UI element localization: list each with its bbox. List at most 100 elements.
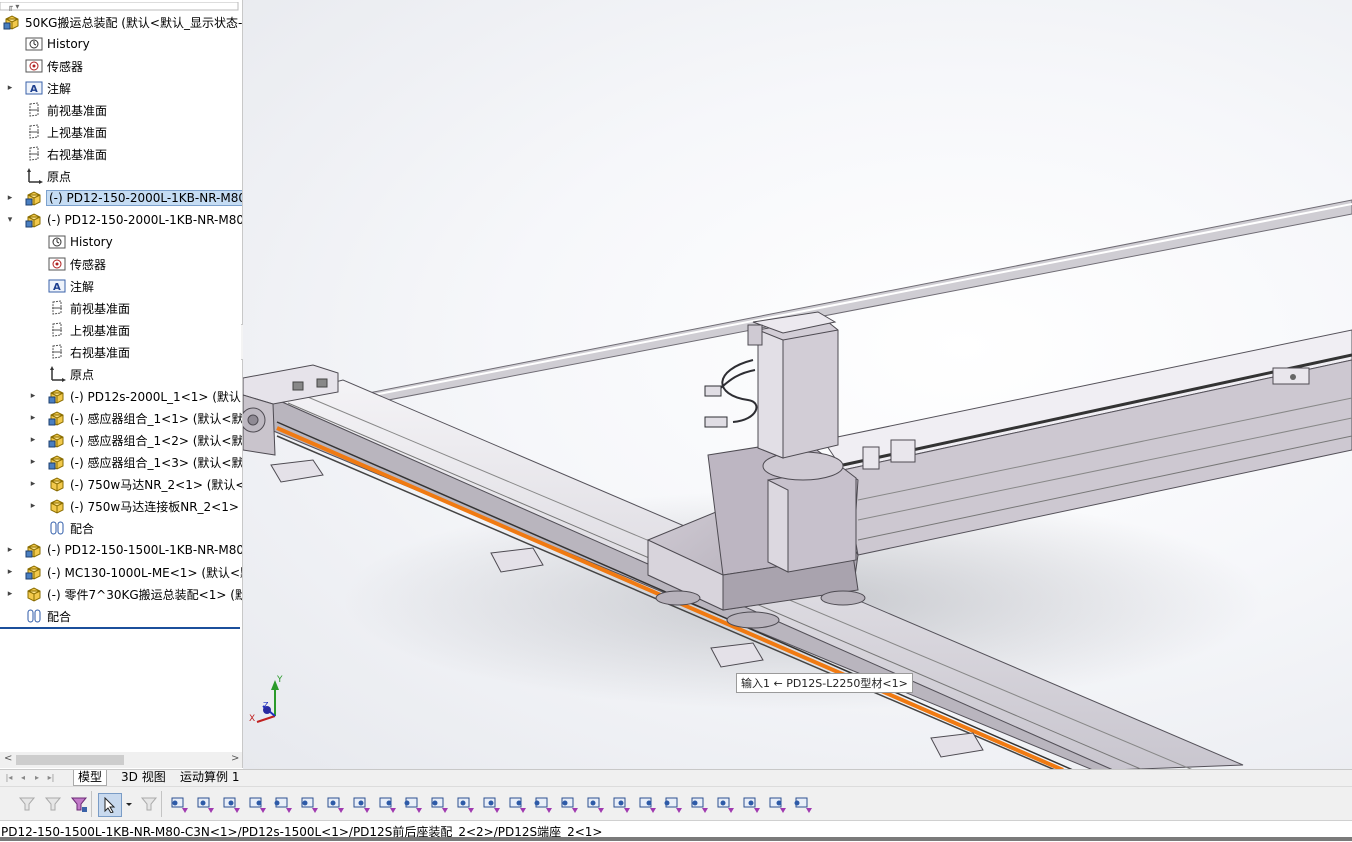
- tree-item[interactable]: ▸ (-) PD12-150-2000L-1KB-NR-M80: [4, 187, 242, 209]
- select-arrow-icon[interactable]: [98, 793, 122, 817]
- tree-item[interactable]: 前视基准面: [27, 297, 130, 319]
- tree-item[interactable]: ▸ (-) 感应器组合_1<3> (默认<默: [27, 451, 242, 473]
- tree-item[interactable]: 前视基准面: [4, 99, 107, 121]
- expand-icon[interactable]: ▸: [27, 434, 39, 446]
- filter-dowel-pin-icon[interactable]: [714, 793, 736, 815]
- svg-text:A: A: [53, 282, 61, 293]
- filter-datum-target-icon[interactable]: [636, 793, 658, 815]
- tree-item[interactable]: ▸ (-) 感应器组合_1<1> (默认<默: [27, 407, 242, 429]
- filter-routing-points-icon[interactable]: [766, 793, 788, 815]
- assembly-icon: [2, 13, 22, 31]
- tree-horizontal-scrollbar[interactable]: < >: [0, 752, 242, 768]
- tree-item[interactable]: 右视基准面: [4, 143, 107, 165]
- filter-sketch-segments-icon[interactable]: [376, 793, 398, 815]
- tree-item[interactable]: 传感器: [27, 253, 106, 275]
- filter-blocks-icon[interactable]: [688, 793, 710, 815]
- tree-item[interactable]: A 注解: [27, 275, 94, 297]
- expand-icon[interactable]: ▸: [27, 456, 39, 468]
- filter-center-marks-icon[interactable]: [428, 793, 450, 815]
- next-tab-icon[interactable]: ▸: [32, 772, 42, 783]
- filter-midpoints-icon[interactable]: [402, 793, 424, 815]
- expand-icon[interactable]: ▸: [4, 566, 16, 578]
- expand-icon[interactable]: ▸: [27, 412, 39, 424]
- filter-notes-icon[interactable]: [558, 793, 580, 815]
- selection-tooltip: 输入1 ← PD12S-L2250型材<1>: [736, 673, 913, 693]
- filter-surface-bodies-icon[interactable]: [246, 793, 268, 815]
- filter-faces-icon[interactable]: [220, 793, 242, 815]
- tree-item[interactable]: 原点: [27, 363, 94, 385]
- filter-solid-bodies-icon[interactable]: [272, 793, 294, 815]
- filter-centerline-icon[interactable]: [454, 793, 476, 815]
- tree-item[interactable]: History: [27, 231, 113, 253]
- tree-item[interactable]: ▸ A 注解: [4, 77, 71, 99]
- bottom-tab-bar: |◂ ◂ ▸ ▸| 模型 3D 视图 运动算例 1: [0, 769, 1352, 786]
- filter-datum-feature-icon[interactable]: [584, 793, 606, 815]
- expand-icon[interactable]: ▸: [27, 478, 39, 490]
- tree-item[interactable]: ▸ (-) 零件7^30KG搬运总装配<1> (默: [4, 583, 243, 605]
- tree-item[interactable]: 原点: [4, 165, 71, 187]
- filter-icon[interactable]: [16, 793, 38, 815]
- cad-model-render[interactable]: Y X Z: [243, 0, 1352, 770]
- filter-geometric-tolerance-icon[interactable]: [532, 793, 554, 815]
- tab-motion-study[interactable]: 运动算例 1: [176, 770, 243, 785]
- collapse-icon[interactable]: ▾: [4, 214, 16, 226]
- filter-vertices-icon[interactable]: [168, 793, 190, 815]
- scroll-left-icon[interactable]: <: [4, 753, 12, 764]
- tree-item-label: (-) 零件7^30KG搬运总装配<1> (默: [47, 587, 243, 602]
- expand-icon[interactable]: ▸: [27, 390, 39, 402]
- tree-item[interactable]: ▸ (-) 感应器组合_1<2> (默认<默: [27, 429, 242, 451]
- tree-item[interactable]: 上视基准面: [27, 319, 130, 341]
- last-tab-icon[interactable]: ▸|: [46, 772, 56, 783]
- expand-icon[interactable]: ▸: [4, 82, 16, 94]
- first-tab-icon[interactable]: |◂: [4, 772, 14, 783]
- filter-weld-symbol-icon[interactable]: [610, 793, 632, 815]
- tree-item[interactable]: 传感器: [4, 55, 83, 77]
- prev-tab-icon[interactable]: ◂: [18, 772, 28, 783]
- mate-icon: [24, 607, 44, 625]
- plane-icon: [24, 101, 44, 119]
- sensor-icon: [47, 255, 67, 273]
- tree-root-item[interactable]: 50KG搬运总装配 (默认<默认_显示状态-: [2, 11, 242, 33]
- tree-item-label: History: [47, 37, 90, 51]
- expand-icon[interactable]: ▸: [4, 544, 16, 556]
- filter-dimensions-icon[interactable]: [480, 793, 502, 815]
- tree-item[interactable]: ▸ (-) 750w马达NR_2<1> (默认<: [27, 473, 242, 495]
- tree-item[interactable]: 右视基准面: [27, 341, 130, 363]
- graphics-viewport[interactable]: Y X Z 输入1 ← PD12S-L2250型材<1>: [243, 0, 1352, 770]
- plane-icon: [47, 321, 67, 339]
- tree-item[interactable]: ▸ (-) PD12-150-1500L-1KB-NR-M80: [4, 539, 242, 561]
- filter-mesh-icon[interactable]: [792, 793, 814, 815]
- tree-item[interactable]: ▸ (-) 750w马达连接板NR_2<1> (: [27, 495, 242, 517]
- scroll-right-icon[interactable]: >: [231, 753, 239, 764]
- tree-item-label: 前视基准面: [70, 301, 131, 316]
- window-bottom-edge: [0, 837, 1352, 841]
- expand-icon[interactable]: ▸: [4, 588, 16, 600]
- expand-icon[interactable]: ▸: [4, 192, 16, 204]
- tree-item[interactable]: History: [4, 33, 90, 55]
- tree-item[interactable]: ▾ (-) PD12-150-2000L-1KB-NR-M80: [4, 209, 242, 231]
- tree-item[interactable]: 上视基准面: [4, 121, 107, 143]
- filter-connection-points-icon[interactable]: [740, 793, 762, 815]
- filter-surface-finish-icon[interactable]: [506, 793, 528, 815]
- filter-icon[interactable]: [42, 793, 64, 815]
- expand-icon[interactable]: ▸: [27, 500, 39, 512]
- filter-toolbar-icon[interactable]: [68, 793, 90, 815]
- select-other-icon[interactable]: [138, 793, 160, 815]
- tree-item[interactable]: 配合: [27, 517, 94, 539]
- tree-item[interactable]: ▸ (-) MC130-1000L-ME<1> (默认<默: [4, 561, 242, 583]
- filter-edges-icon[interactable]: [194, 793, 216, 815]
- tree-item[interactable]: ▸ (-) PD12s-2000L_1<1> (默认<: [27, 385, 242, 407]
- tab-3d-view[interactable]: 3D 视图: [117, 770, 170, 785]
- filter-planes-icon[interactable]: [324, 793, 346, 815]
- scrollbar-thumb[interactable]: [16, 755, 124, 765]
- tree-item[interactable]: 配合: [4, 605, 71, 627]
- filter-cosmetic-threads-icon[interactable]: [662, 793, 684, 815]
- filter-sketch-points-icon[interactable]: [350, 793, 372, 815]
- tree-header-strip: ╓ ▾: [0, 0, 242, 12]
- tab-model[interactable]: 模型: [73, 770, 108, 786]
- filter-axes-icon[interactable]: [298, 793, 320, 815]
- dropdown-icon[interactable]: [124, 793, 134, 815]
